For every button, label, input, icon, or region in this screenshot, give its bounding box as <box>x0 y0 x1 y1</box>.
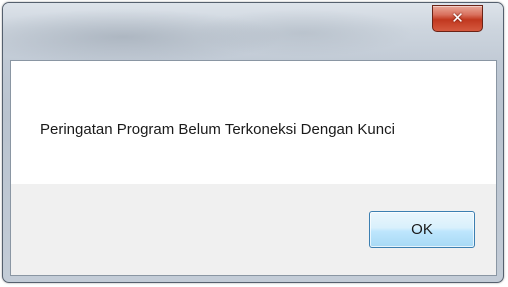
title-bar[interactable]: ✕ <box>3 3 503 60</box>
message-text: Peringatan Program Belum Terkoneksi Deng… <box>40 121 395 138</box>
message-area: Peringatan Program Belum Terkoneksi Deng… <box>11 61 496 184</box>
close-icon: ✕ <box>451 9 464 27</box>
dialog-body: Peringatan Program Belum Terkoneksi Deng… <box>10 60 497 276</box>
ok-button[interactable]: OK <box>369 211 475 248</box>
message-box-window: ✕ Peringatan Program Belum Terkoneksi De… <box>2 2 504 283</box>
close-button[interactable]: ✕ <box>432 5 483 32</box>
